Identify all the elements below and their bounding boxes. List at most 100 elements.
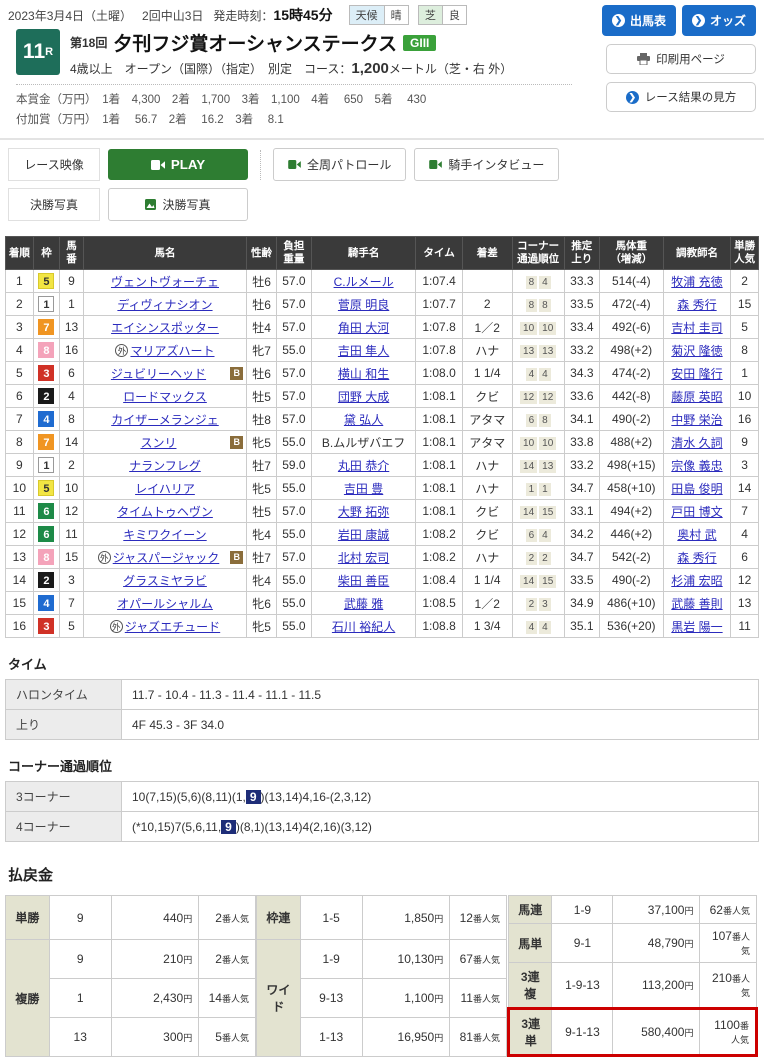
jockey-interview-button[interactable]: 騎手インタビュー xyxy=(414,148,560,182)
results-guide-button[interactable]: ❯ レース結果の見方 xyxy=(606,82,756,112)
race-title: 夕刊フジ賞オーシャンステークス xyxy=(113,34,398,55)
horse-name-link[interactable]: レイハリア xyxy=(135,482,195,496)
horse-name-link[interactable]: タイムトゥヘヴン xyxy=(117,505,213,519)
corner-position: 14 xyxy=(520,459,538,473)
table-row: 14 2 3 グラスミヤラビ 牝4 55.0 柴田 善臣 1:08.4 1 1/4 14 15 33.… xyxy=(5,568,759,593)
grade-badge: GIII xyxy=(403,34,437,51)
frame-cell: 4 xyxy=(32,407,61,432)
corner-position: 8 xyxy=(539,298,551,312)
jockey-name-link[interactable]: 武藤 雅 xyxy=(344,597,383,611)
finish-position: 1 xyxy=(5,269,34,294)
payout-amount: 1,850円 xyxy=(361,895,451,941)
horse-name-link[interactable]: ジュビリーヘッド xyxy=(111,367,206,381)
trainer-name-link[interactable]: 奥村 武 xyxy=(677,528,716,542)
trainer-name-link[interactable]: 戸田 博文 xyxy=(671,505,722,519)
horse-name-link[interactable]: ジャズエチュード xyxy=(125,620,220,634)
horse-name-link[interactable]: キミワクイーン xyxy=(123,528,206,542)
estimated-last-3f: 33.8 xyxy=(563,430,600,455)
horse-name-link[interactable]: エイシンスポッター xyxy=(111,321,219,335)
trainer-name-link[interactable]: 田島 俊明 xyxy=(671,482,722,496)
horse-name-link[interactable]: ジャスパージャック xyxy=(113,551,220,565)
jockey-name-link[interactable]: 団野 大成 xyxy=(338,390,389,404)
payout-table-middle: 枠連 1-5 1,850円 12番人気 ワイド 1-9 10,130円 67番人気 9-13 1,… xyxy=(256,895,507,1057)
video-camera-icon xyxy=(429,160,443,170)
winning-combination: 1-9 xyxy=(551,895,614,925)
horse-name-link[interactable]: ディヴィナシオン xyxy=(117,298,212,312)
horse-name-link[interactable]: オパールシャルム xyxy=(117,597,213,611)
horse-name-cell: 外ジャズエチュード xyxy=(82,614,248,639)
trainer-name-link[interactable]: 黒岩 陽一 xyxy=(671,620,722,634)
jockey-cell: 菅原 明良 xyxy=(310,292,417,317)
jockey-name-link[interactable]: 北村 宏司 xyxy=(338,551,389,565)
corner-row-value: 10(7,15)(5,6)(8,11)(1, 9)(13,14)4,16-(2,3… xyxy=(121,781,759,813)
horse-name-link[interactable]: カイザーメランジェ xyxy=(111,413,219,427)
trainer-name-link[interactable]: 藤原 英昭 xyxy=(671,390,722,404)
finish-time: 1:08.1 xyxy=(415,499,463,524)
jockey-name-link[interactable]: 菅原 明良 xyxy=(338,298,389,312)
frame-number-badge: 8 xyxy=(38,342,55,359)
horse-name-link[interactable]: グラスミヤラビ xyxy=(123,574,207,588)
corner-order-table: 3コーナー 10(7,15)(5,6)(8,11)(1, 9)(13,14)4,16… xyxy=(5,781,759,843)
finish-time: 1:07.7 xyxy=(415,292,463,317)
trainer-name-link[interactable]: 牧浦 充徳 xyxy=(671,275,722,289)
trainer-name-link[interactable]: 杉浦 宏昭 xyxy=(671,574,722,588)
trainer-name-link[interactable]: 武藤 善則 xyxy=(671,597,722,611)
trainer-name-link[interactable]: 森 秀行 xyxy=(677,298,716,312)
horse-name-link[interactable]: ヴェントヴォーチェ xyxy=(111,275,219,289)
trainer-name-link[interactable]: 清水 久詞 xyxy=(671,436,722,450)
corner-position: 14 xyxy=(520,505,538,519)
horse-number: 10 xyxy=(59,476,84,501)
finish-time: 1:07.8 xyxy=(415,315,463,340)
corner-passing-cell: 84 xyxy=(511,269,565,294)
jockey-name-link[interactable]: 黛 弘人 xyxy=(344,413,383,427)
frame-cell: 4 xyxy=(32,591,61,616)
horse-body-weight: 536(+20) xyxy=(598,614,664,639)
odds-button[interactable]: ❯ オッズ xyxy=(681,5,756,36)
jockey-name-link[interactable]: 岩田 康誠 xyxy=(338,528,389,542)
trainer-name-link[interactable]: 安田 隆行 xyxy=(671,367,722,381)
finish-photo-button[interactable]: 決勝写真 xyxy=(108,188,248,222)
jockey-name-link[interactable]: 吉田 豊 xyxy=(344,482,383,496)
jockey-name-link[interactable]: 大野 拓弥 xyxy=(338,505,389,519)
jockey-name-link[interactable]: 丸田 恭介 xyxy=(338,459,389,473)
trainer-name-link[interactable]: 中野 栄治 xyxy=(671,413,722,427)
winning-combination: 13 xyxy=(48,1017,112,1057)
table-row: 16 3 5 外ジャズエチュード 牝5 55.0 石川 裕紀人 1:08.8 1 3/4 4 4 35… xyxy=(5,614,759,639)
finish-time: 1:08.1 xyxy=(415,476,463,501)
jockey-name-link[interactable]: 横山 和生 xyxy=(338,367,389,381)
estimated-last-3f: 33.3 xyxy=(563,269,600,294)
trainer-cell: 牧浦 充徳 xyxy=(662,269,732,294)
finish-position: 4 xyxy=(5,338,34,363)
jockey-cell: 団野 大成 xyxy=(310,384,417,409)
horse-name-link[interactable]: ロードマックス xyxy=(123,390,207,404)
payout-amount: 10,130円 xyxy=(361,939,451,980)
horse-name-link[interactable]: ナランフレグ xyxy=(129,459,201,473)
jockey-name-link[interactable]: 角田 大河 xyxy=(338,321,389,335)
print-page-button[interactable]: 印刷用ページ xyxy=(606,44,756,74)
trainer-name-link[interactable]: 吉村 圭司 xyxy=(671,321,722,335)
win-favorite-rank: 7 xyxy=(730,499,759,524)
trainer-cell: 森 秀行 xyxy=(662,545,732,570)
sex-age: 牝4 xyxy=(246,568,277,593)
trainer-name-link[interactable]: 菊沢 隆徳 xyxy=(671,344,722,358)
margin: ハナ xyxy=(461,453,513,478)
jockey-name-link[interactable]: C.ルメール xyxy=(334,275,394,289)
entry-table-button[interactable]: ❯ 出馬表 xyxy=(601,5,676,36)
bet-type-label: 複勝 xyxy=(5,939,50,1057)
horse-name-link[interactable]: スンリ xyxy=(140,436,176,450)
trainer-name-link[interactable]: 森 秀行 xyxy=(677,551,716,565)
corner-position: 6 xyxy=(525,528,538,542)
jockey-name-link[interactable]: 柴田 善臣 xyxy=(338,574,389,588)
frame-cell: 1 xyxy=(32,453,61,478)
horse-name-link[interactable]: マリアズハート xyxy=(130,344,214,358)
bet-type-label: ワイド xyxy=(256,939,301,1057)
finish-position: 14 xyxy=(5,568,34,593)
jockey-name-link[interactable]: 吉田 隼人 xyxy=(338,344,389,358)
trainer-name-link[interactable]: 宗像 義忠 xyxy=(671,459,722,473)
horse-number: 8 xyxy=(59,407,84,432)
carried-weight: 59.0 xyxy=(275,453,312,478)
play-button[interactable]: PLAY xyxy=(108,149,248,181)
jockey-name-link[interactable]: 石川 裕紀人 xyxy=(332,620,395,634)
finish-position: 7 xyxy=(5,407,34,432)
patrol-video-button[interactable]: 全周パトロール xyxy=(273,148,407,182)
